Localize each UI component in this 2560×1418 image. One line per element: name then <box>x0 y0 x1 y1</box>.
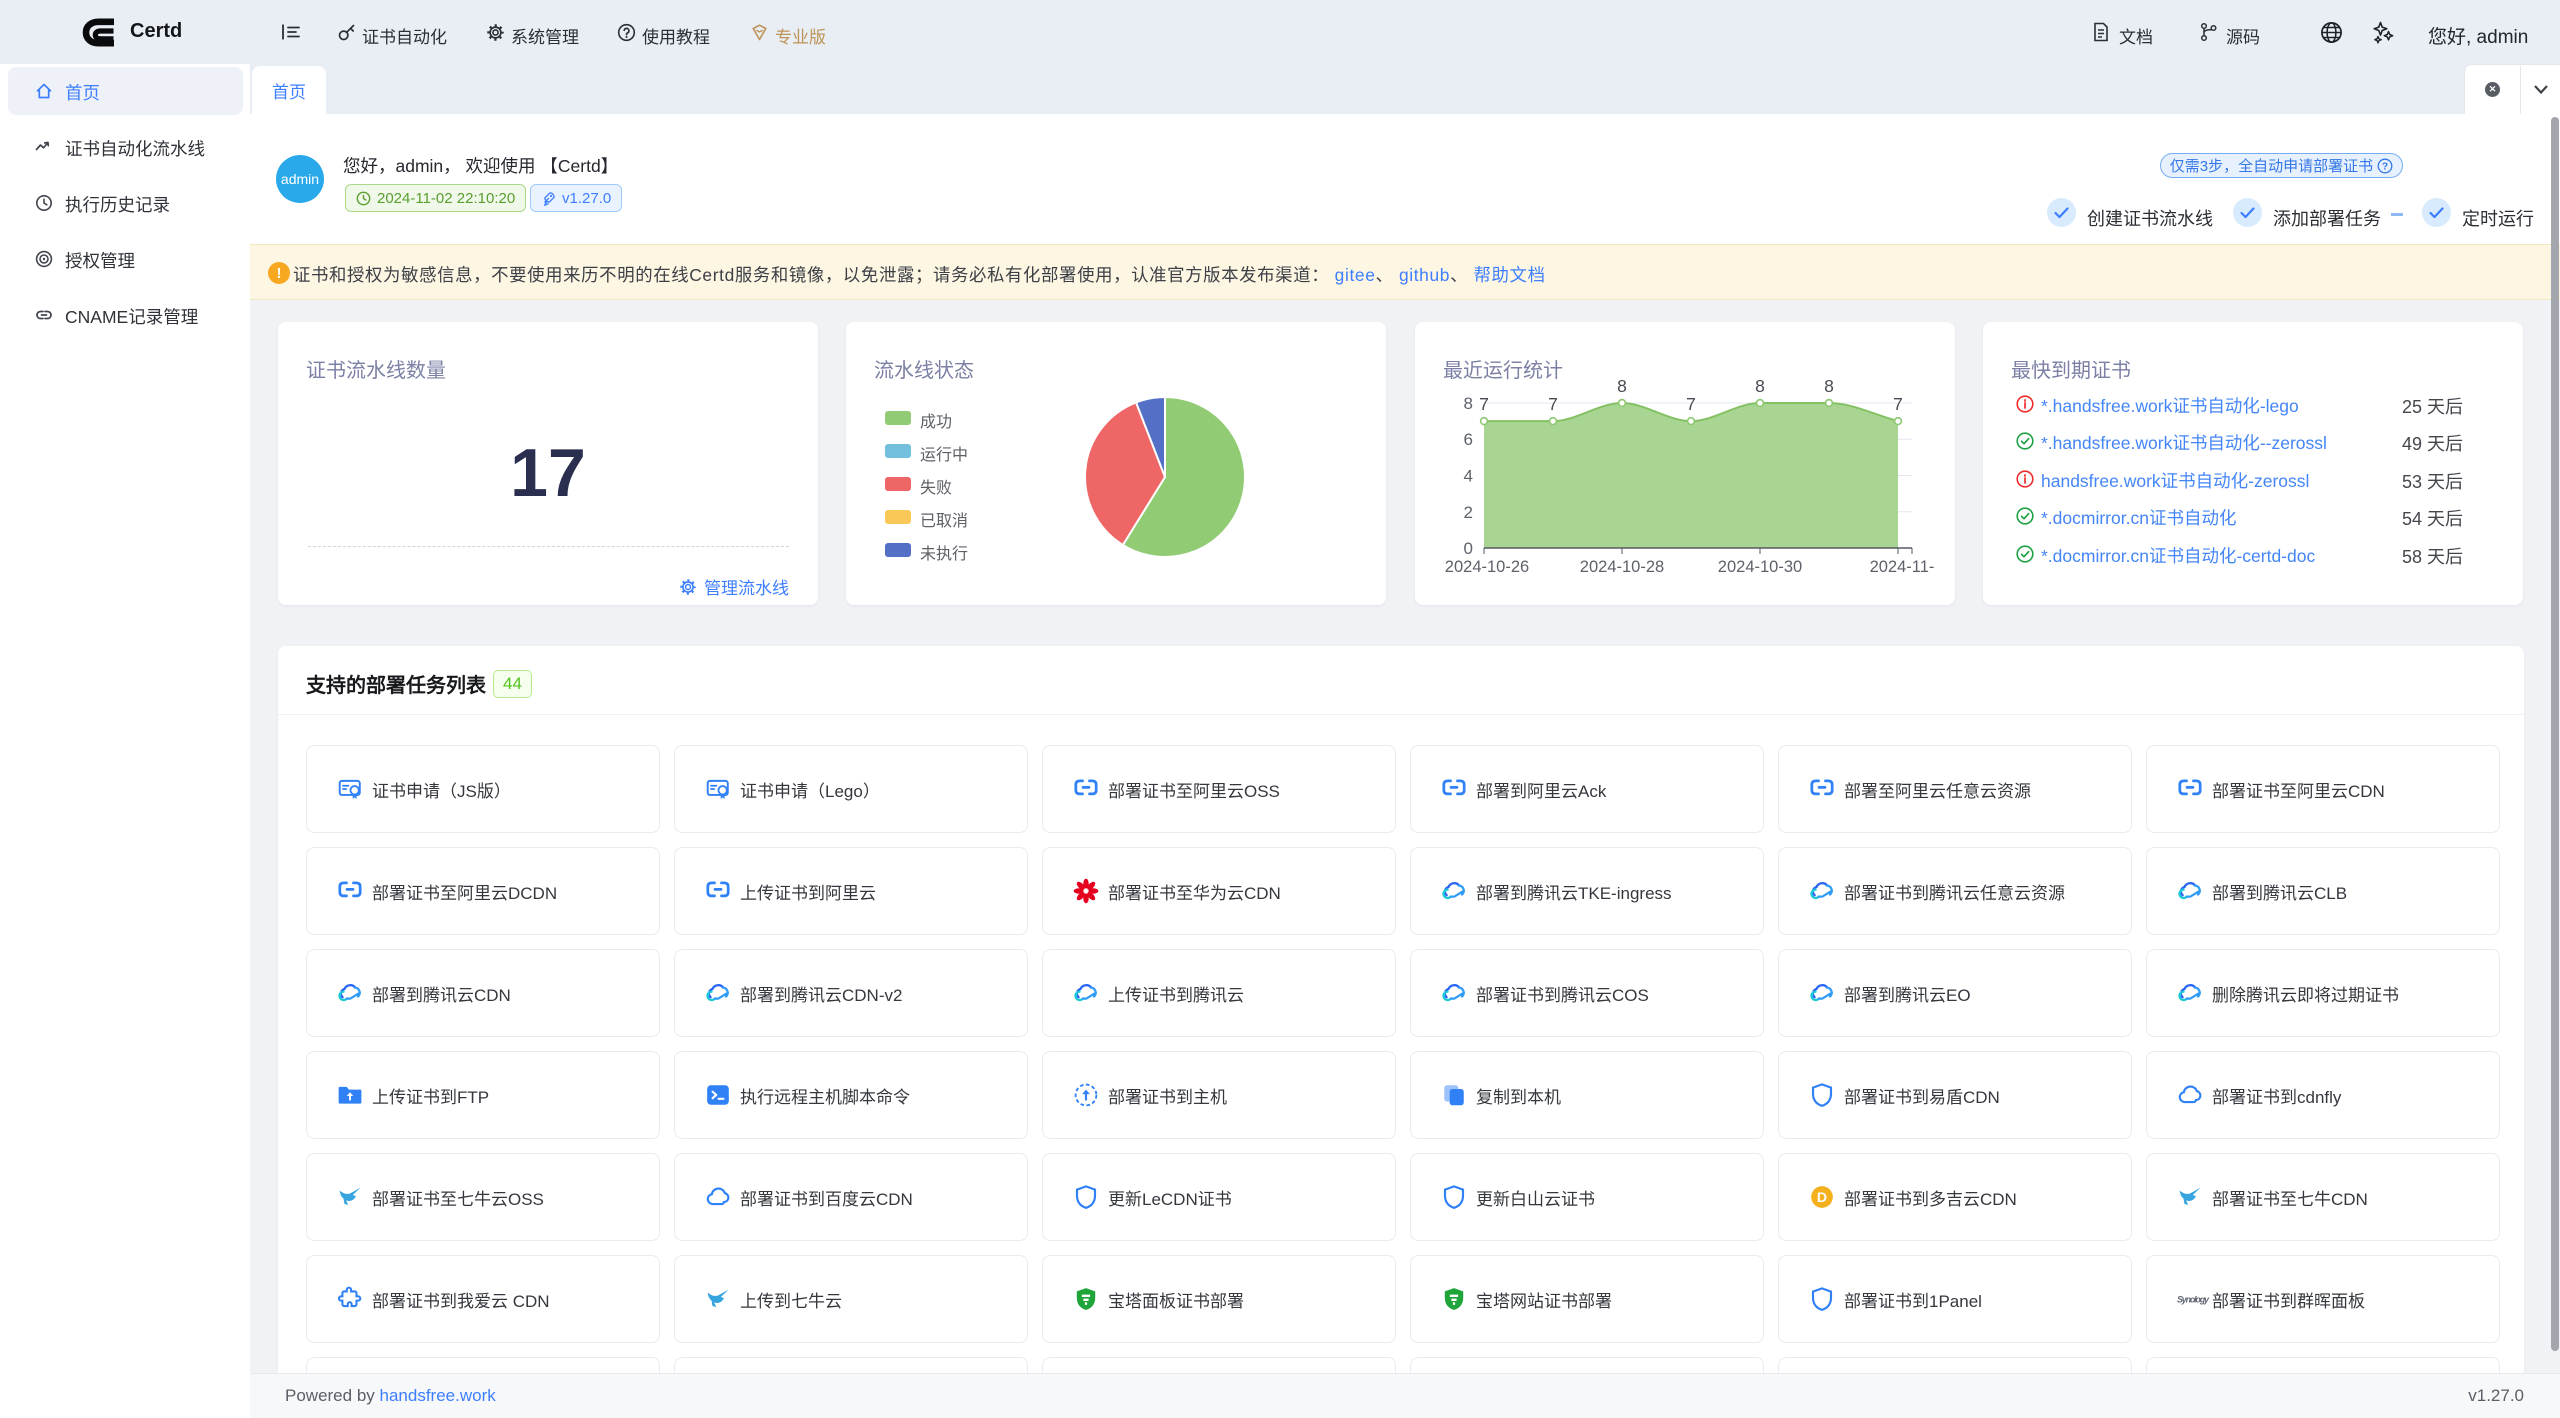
svg-text:8: 8 <box>1464 394 1473 413</box>
svg-text:2024-10-30: 2024-10-30 <box>1718 558 1802 576</box>
svg-text:8: 8 <box>1755 376 1765 396</box>
svg-text:Synology: Synology <box>2177 1294 2210 1304</box>
svg-text:0: 0 <box>1464 539 1473 558</box>
svg-text:?: ? <box>2382 161 2388 172</box>
svg-text:6: 6 <box>1464 430 1473 449</box>
svg-text:2024-10-28: 2024-10-28 <box>1580 558 1664 576</box>
svg-text:8: 8 <box>1824 376 1834 396</box>
svg-text:4: 4 <box>1464 467 1473 486</box>
svg-text:7: 7 <box>1893 394 1903 414</box>
svg-text:2024-10-26: 2024-10-26 <box>1445 558 1529 576</box>
svg-text:2024-11-: 2024-11- <box>1870 558 1935 576</box>
svg-text:8: 8 <box>1617 376 1627 396</box>
svg-text:D: D <box>1817 1189 1827 1205</box>
svg-text:7: 7 <box>1686 394 1696 414</box>
svg-text:7: 7 <box>1548 394 1558 414</box>
svg-text:2: 2 <box>1464 503 1473 522</box>
svg-text:7: 7 <box>1479 394 1489 414</box>
